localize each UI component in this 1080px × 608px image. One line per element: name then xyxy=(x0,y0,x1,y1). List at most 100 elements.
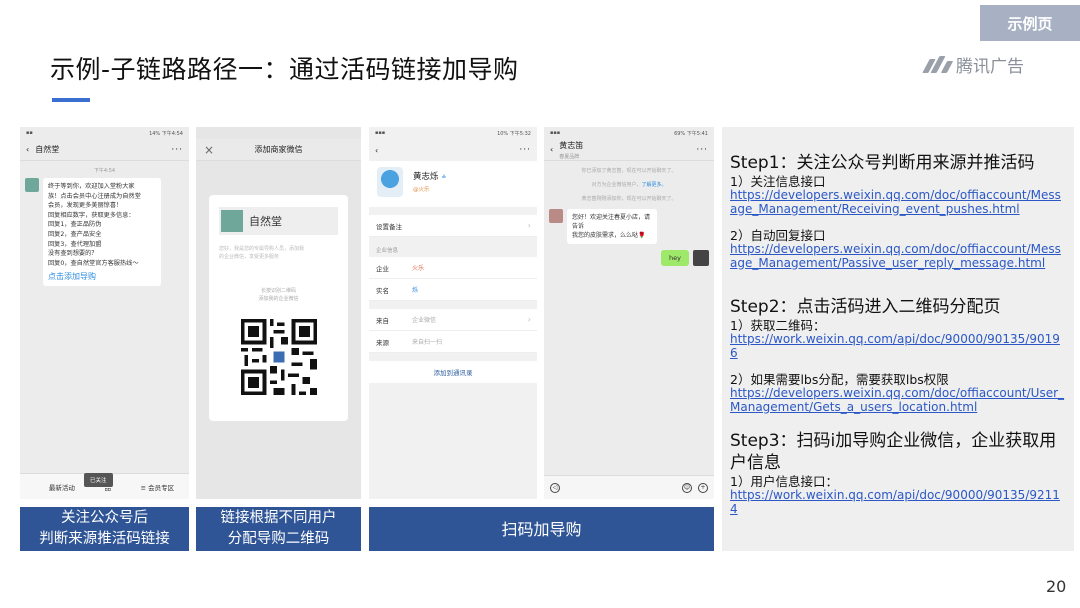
message-line: 会员，发现更多美丽惊喜！ xyxy=(48,202,123,210)
brand-logo: 腾讯广告 xyxy=(922,52,1024,77)
row-label: 实名 xyxy=(376,286,389,295)
step2-link1[interactable]: https://work.weixin.qq.com/api/doc/90000… xyxy=(730,332,1066,360)
followed-toast: 已关注 xyxy=(84,473,113,487)
more-icon[interactable]: ··· xyxy=(696,145,708,155)
add-guide-link[interactable]: 点击添加导购 xyxy=(48,272,156,282)
qr-code-icon[interactable] xyxy=(241,319,317,395)
profile-header: 黄志烁 ≗ @火乐 xyxy=(369,161,537,207)
more-icon[interactable]: ··· xyxy=(519,145,531,155)
card-description: 您好，我是您的专属导购人员，添加我 的企业微信，享受更多服务 xyxy=(219,245,338,261)
system-message: 对方为企业微信用户，了解更多。 xyxy=(554,181,704,189)
status-bar: ▪▪ 14% 下午4:54 xyxy=(20,127,189,139)
card-header: 自然堂 xyxy=(219,207,338,235)
step1-item1: 1）关注信息接口 xyxy=(730,174,826,189)
step2-link2[interactable]: https://developers.weixin.qq.com/doc/off… xyxy=(730,386,1066,414)
page-nav-bar: × 添加商家微信 xyxy=(196,139,361,161)
status-time: 10% 下午5:32 xyxy=(497,130,531,137)
chat-nav-bar: ‹ 自然堂 ··· xyxy=(20,139,189,161)
realname-row: 实名 烁 xyxy=(369,279,537,301)
add-to-contacts-button[interactable]: 添加到通讯录 xyxy=(369,361,537,383)
source-row: 来源 来自扫一扫 xyxy=(369,331,537,353)
system-message: 黄志笛刚刚添加你，现在可以开始聊天了。 xyxy=(581,196,677,202)
row-value: 企业微信 xyxy=(412,317,437,324)
brand-logo-icon xyxy=(221,210,243,232)
guide-message-bubble: 您好！欢迎关注春夏小店，请告诉 我您的皮肤需求，么么哒🌹 xyxy=(567,209,657,244)
section-label: 企业信息 xyxy=(376,248,399,254)
back-arrow-icon[interactable]: ‹ xyxy=(26,145,29,154)
profile-company: @火乐 xyxy=(413,187,430,193)
message-row: 您好！欢迎关注春夏小店，请告诉 我您的皮肤需求，么么哒🌹 xyxy=(544,209,714,244)
profile-name-line: 黄志烁 ≗ xyxy=(413,170,446,182)
row-value: 烁 xyxy=(412,287,419,294)
status-bar: ▪▪▪ 10% 下午5:32 xyxy=(369,127,537,139)
screenshot-guide-chat: ▪▪▪ 69% 下午5:41 ‹ 黄志笛 春夏品牌 ··· 你已添加了黄志笛，现… xyxy=(544,127,714,499)
caption-line: 链接根据不同用户 xyxy=(220,510,337,526)
step3-title: Step3：扫码i加导购企业微信，企业获取用户信息 xyxy=(730,431,1057,473)
message-line: 您好！欢迎关注春夏小店，请告诉 xyxy=(572,214,651,230)
step2-item2: 2）如果需要lbs分配，需要获取lbs权限 xyxy=(730,372,949,387)
welcome-message-bubble: 终于等到你，欢迎加入堂粉大家 族！点击会员中心注册成为自然堂 会员，发现更多美丽… xyxy=(43,178,161,286)
close-icon[interactable]: × xyxy=(204,143,214,157)
from-row[interactable]: 来自 企业微信 › xyxy=(369,309,537,331)
message-line: 回复3，查代理加盟 xyxy=(48,240,102,248)
chat-nav-bar: ‹ 黄志笛 春夏品牌 ··· xyxy=(544,139,714,161)
menu-item-member[interactable]: ≡ 会员专区 xyxy=(141,482,175,492)
message-line: 族！点击会员中心注册成为自然堂 xyxy=(48,192,141,200)
set-remark-row[interactable]: 设置备注 › xyxy=(369,215,537,237)
step3-item1: 1）用户信息接口： xyxy=(730,474,838,489)
step3-link1[interactable]: https://work.weixin.qq.com/api/doc/90000… xyxy=(730,488,1066,516)
row-value: 火乐 xyxy=(412,265,425,272)
more-icon[interactable]: ··· xyxy=(171,145,183,155)
company-row: 企业 火乐 xyxy=(369,257,537,279)
emoji-icon[interactable]: ☺ xyxy=(682,482,692,493)
step1-item2: 2）自动回复接口 xyxy=(730,228,826,243)
avatar xyxy=(25,178,39,192)
system-message-text: 对方为企业微信用户， xyxy=(591,182,642,188)
voice-icon[interactable]: ◁ xyxy=(550,482,560,493)
screenshot-official-account-chat: ▪▪ 14% 下午4:54 ‹ 自然堂 ··· 下午4:54 终于等到你，欢迎加… xyxy=(20,127,189,499)
row-label: 来源 xyxy=(376,338,389,347)
chat-title: 自然堂 xyxy=(35,145,60,154)
screenshot-add-merchant-wechat: × 添加商家微信 自然堂 您好，我是您的专属导购人员，添加我 的企业微信，享受更… xyxy=(196,127,361,499)
menu-item-latest[interactable]: 最新活动 xyxy=(49,482,75,492)
caption-step-follow: 关注公众号后 判断来源推活码链接 xyxy=(20,507,189,551)
chat-subtitle: 春夏品牌 xyxy=(559,153,580,160)
qr-hint: 长按识别二维码 添加我的企业微信 xyxy=(209,287,348,303)
verified-mark-icon: ≗ xyxy=(441,174,447,181)
set-remark-label: 设置备注 xyxy=(376,222,402,231)
caption-line: 判断来源推活码链接 xyxy=(39,531,170,547)
status-icons-icon: ▪▪▪ xyxy=(375,130,386,136)
step2-item1: 1）获取二维码： xyxy=(730,318,826,333)
brand-name: 腾讯广告 xyxy=(956,57,1024,77)
status-icons-icon: ▪▪ xyxy=(26,130,33,136)
caption-line: 关注公众号后 xyxy=(61,510,148,526)
message-row: 终于等到你，欢迎加入堂粉大家 族！点击会员中心注册成为自然堂 会员，发现更多美丽… xyxy=(20,178,189,286)
reply-row: hey xyxy=(544,250,714,266)
brand-mark-icon xyxy=(922,56,954,73)
back-arrow-icon[interactable]: ‹ xyxy=(550,145,553,154)
page-type-tag: 示例页 xyxy=(980,5,1080,41)
plus-icon[interactable]: + xyxy=(698,482,708,493)
profile-avatar xyxy=(377,167,403,197)
message-line: 我您的皮肤需求，么么哒🌹 xyxy=(572,232,646,239)
chat-input-bar: ◁ ☺ + xyxy=(544,475,714,499)
step2-title: Step2：点击活码进入二维码分配页 xyxy=(730,297,1001,317)
card-description-line: 的企业微信，享受更多服务 xyxy=(219,254,280,260)
chat-timestamp: 下午4:54 xyxy=(93,168,116,174)
caption-line: 分配导购二维码 xyxy=(227,531,330,547)
message-line: 回复0，查自然堂官方客服热线～ xyxy=(48,259,139,267)
learn-more-link[interactable]: 了解更多。 xyxy=(642,182,667,188)
chat-title: 黄志笛 xyxy=(559,140,584,150)
message-line: 没有查到想要的？ xyxy=(48,250,98,258)
system-message: 你已添加了黄志笛，现在可以开始聊天了。 xyxy=(581,168,677,174)
caption-step-assign: 链接根据不同用户 分配导购二维码 xyxy=(196,507,361,551)
qr-hint-line: 添加我的企业微信 xyxy=(258,296,299,302)
status-time: 69% 下午5:41 xyxy=(674,130,708,137)
step1-link1[interactable]: https://developers.weixin.qq.com/doc/off… xyxy=(730,188,1066,216)
status-bar: ▪▪▪ 69% 下午5:41 xyxy=(544,127,714,139)
back-arrow-icon[interactable]: ‹ xyxy=(375,146,378,155)
row-label: 企业 xyxy=(376,264,389,273)
step1-link2[interactable]: https://developers.weixin.qq.com/doc/off… xyxy=(730,242,1066,270)
qr-hint-line: 长按识别二维码 xyxy=(260,288,296,294)
message-line: 回复1，查正品防伪 xyxy=(48,221,102,229)
